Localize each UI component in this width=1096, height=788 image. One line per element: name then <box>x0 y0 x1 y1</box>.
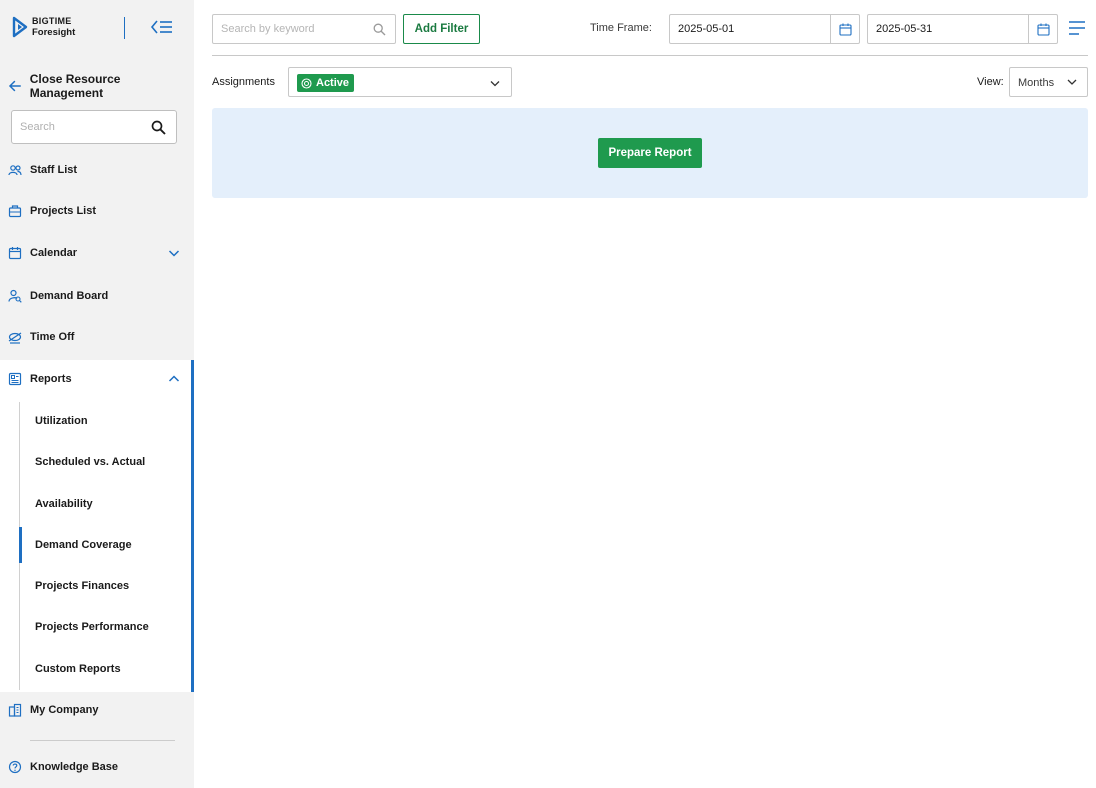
sidebar-item-label: Projects List <box>30 205 97 217</box>
report-icon <box>8 372 22 386</box>
chevron-down-icon <box>490 81 500 87</box>
briefcase-icon <box>8 205 22 218</box>
add-filter-button[interactable]: Add Filter <box>403 14 480 44</box>
start-date-calendar-button[interactable] <box>830 15 859 43</box>
sidebar-item-my-company[interactable]: My Company <box>0 690 194 730</box>
collapse-sidebar-icon[interactable] <box>150 17 174 37</box>
users-icon <box>8 165 22 176</box>
sidebar-search-input[interactable] <box>20 111 150 143</box>
calendar-icon <box>1036 23 1050 36</box>
submenu-item-demand-coverage[interactable]: Demand Coverage <box>19 527 191 563</box>
end-date-value: 2025-05-31 <box>876 23 933 35</box>
sidebar-item-label: Staff List <box>30 164 78 176</box>
submenu-item-label: Utilization <box>35 415 88 427</box>
sidebar-item-label: Demand Board <box>30 290 109 302</box>
submenu-item-label: Custom Reports <box>35 663 121 675</box>
sidebar: BIGTIME Foresight Close Resource Managem… <box>0 0 194 788</box>
sidebar-item-reports[interactable]: Reports <box>0 359 194 399</box>
submenu-item-custom-reports[interactable]: Custom Reports <box>19 651 191 687</box>
submenu-item-scheduled-vs-actual[interactable]: Scheduled vs. Actual <box>19 444 191 480</box>
brand-line2: Foresight <box>32 27 76 38</box>
sidebar-item-label: Calendar <box>30 247 78 259</box>
submenu-item-utilization[interactable]: Utilization <box>19 403 191 439</box>
bigtime-logo-icon <box>12 16 28 38</box>
keyword-search-input[interactable] <box>221 15 371 43</box>
sidebar-item-demand-board[interactable]: Demand Board <box>0 276 194 316</box>
sidebar-item-label: Time Off <box>30 331 75 343</box>
calendar-icon <box>8 247 22 260</box>
active-status-chip[interactable]: Active <box>297 74 355 92</box>
plane-icon <box>8 332 22 344</box>
prepare-report-button[interactable]: Prepare Report <box>598 138 702 168</box>
sidebar-search[interactable] <box>11 110 177 144</box>
calendar-icon <box>838 23 852 36</box>
submenu-item-projects-finances[interactable]: Projects Finances <box>19 568 191 604</box>
keyword-search[interactable] <box>212 14 396 44</box>
back-label: Close Resource Management <box>29 72 121 100</box>
chevron-up-icon[interactable] <box>168 373 180 385</box>
submenu-item-label: Availability <box>35 498 93 510</box>
search-icon[interactable] <box>151 120 166 135</box>
submenu-item-label: Demand Coverage <box>35 539 132 551</box>
brand-line1: BIGTIME <box>32 16 72 26</box>
submenu-item-projects-performance[interactable]: Projects Performance <box>19 609 191 645</box>
sidebar-item-staff-list[interactable]: Staff List <box>0 150 194 190</box>
building-icon <box>8 703 22 717</box>
submenu-item-label: Projects Finances <box>35 580 130 592</box>
app-root: BIGTIME Foresight Close Resource Managem… <box>0 0 1096 788</box>
arrow-left-icon <box>8 80 21 92</box>
brand-text: BIGTIME Foresight <box>32 16 75 38</box>
status-circle-icon <box>301 77 312 89</box>
sidebar-item-time-off[interactable]: Time Off <box>0 317 194 357</box>
assignments-select[interactable]: Active <box>288 67 512 97</box>
toolbar-divider <box>212 55 1088 56</box>
start-date-value: 2025-05-01 <box>678 23 735 35</box>
end-date-calendar-button[interactable] <box>1028 15 1057 43</box>
view-select[interactable]: Months <box>1009 67 1088 97</box>
submenu-item-label: Projects Performance <box>35 621 149 633</box>
submenu-item-label: Scheduled vs. Actual <box>35 456 146 468</box>
help-circle-icon <box>8 760 22 774</box>
close-resource-management-link[interactable]: Close Resource Management <box>8 72 194 100</box>
sidebar-item-calendar[interactable]: Calendar <box>0 233 194 273</box>
sidebar-item-label: My Company <box>30 704 99 716</box>
sidebar-separator <box>30 740 175 741</box>
active-chip-label: Active <box>316 77 350 89</box>
start-date-field[interactable]: 2025-05-01 <box>669 14 860 44</box>
sidebar-item-label: Knowledge Base <box>30 761 119 773</box>
options-menu-icon[interactable] <box>1068 20 1086 36</box>
report-panel: Prepare Report <box>212 108 1088 198</box>
brand-logo[interactable]: BIGTIME Foresight <box>12 16 75 38</box>
view-select-value: Months <box>1018 77 1055 89</box>
chevron-down-icon[interactable] <box>168 247 180 259</box>
view-label: View: <box>977 76 1004 88</box>
time-frame-label: Time Frame: <box>590 22 652 34</box>
assignments-label: Assignments <box>212 76 275 88</box>
sidebar-item-label: Reports <box>30 373 72 385</box>
submenu-item-availability[interactable]: Availability <box>19 486 191 522</box>
sidebar-item-knowledge-base[interactable]: Knowledge Base <box>0 747 194 787</box>
sidebar-item-projects-list[interactable]: Projects List <box>0 191 194 231</box>
person-search-icon <box>8 289 22 303</box>
end-date-field[interactable]: 2025-05-31 <box>867 14 1058 44</box>
chevron-down-icon <box>1067 79 1077 85</box>
search-icon[interactable] <box>373 23 386 36</box>
logo-divider <box>124 17 125 39</box>
